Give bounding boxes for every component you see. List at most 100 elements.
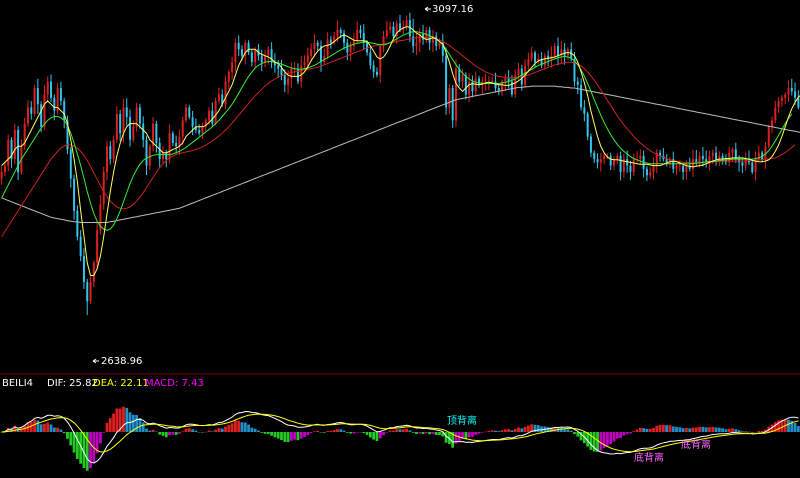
- candle-body: [115, 113, 118, 140]
- macd-bar: [573, 432, 576, 435]
- candle-body: [155, 123, 158, 143]
- macd-bar: [309, 432, 313, 434]
- macd-bar: [398, 429, 402, 432]
- candle-body: [557, 46, 560, 56]
- macd-bar: [368, 432, 372, 438]
- macd-bar: [421, 432, 425, 435]
- candle-body: [168, 133, 171, 160]
- macd-bar: [523, 427, 527, 432]
- macd-bar: [108, 418, 112, 432]
- macd-bar: [112, 413, 115, 432]
- macd-bar: [625, 432, 629, 435]
- macd-bar: [382, 432, 385, 436]
- candle-body: [211, 110, 214, 124]
- macd-bar: [329, 430, 333, 432]
- candle-body: [165, 152, 168, 160]
- high-annotation: 3097.16: [432, 4, 473, 15]
- candle-body: [3, 165, 6, 173]
- candle-body: [191, 117, 194, 127]
- macd-bar: [714, 427, 718, 432]
- candle-body: [300, 65, 303, 82]
- candle-body: [145, 139, 148, 166]
- candle-body: [438, 42, 441, 47]
- macd-bar: [345, 432, 349, 433]
- candle-body: [711, 152, 714, 156]
- macd-bar: [125, 407, 129, 432]
- macd-bar: [754, 432, 757, 433]
- macd-bar: [151, 429, 155, 432]
- macd-bar: [668, 425, 672, 432]
- candle-body: [181, 120, 184, 137]
- candle-body: [695, 159, 698, 163]
- candle-body: [336, 29, 339, 37]
- macd-bar: [500, 430, 504, 432]
- macd-bar: [642, 428, 646, 432]
- macd-bar: [536, 425, 540, 432]
- candle-body: [596, 159, 599, 163]
- macd-bar: [704, 427, 708, 432]
- macd-bar: [744, 431, 748, 432]
- macd-bar: [484, 431, 487, 433]
- macd-bar: [428, 432, 432, 435]
- macd-bar: [629, 432, 632, 434]
- candle-body: [36, 88, 39, 105]
- macd-readout: MACD: 7.43: [145, 378, 204, 389]
- candle-body: [237, 42, 240, 50]
- macd-bar: [517, 427, 520, 432]
- candle-body: [527, 58, 530, 66]
- candle-body: [142, 123, 145, 140]
- candle-body: [461, 75, 464, 82]
- macd-bar: [105, 422, 109, 432]
- macd-bar: [431, 432, 435, 435]
- macd-bar: [266, 432, 270, 434]
- bottom-divergence-label-1: 底背离: [634, 451, 664, 464]
- macd-bar: [691, 427, 695, 432]
- macd-bar: [612, 432, 616, 442]
- candle-body: [553, 46, 556, 56]
- macd-bar: [319, 432, 323, 433]
- candle-body: [277, 65, 280, 69]
- macd-bar: [731, 428, 734, 432]
- macd-bar: [467, 432, 471, 438]
- candle-body: [188, 107, 191, 118]
- macd-bar: [240, 422, 244, 432]
- macd-bar: [69, 432, 73, 446]
- candle-body: [260, 55, 263, 63]
- macd-bar: [230, 423, 234, 432]
- macd-bar: [36, 420, 40, 432]
- macd-bar: [494, 430, 497, 432]
- macd-bar: [250, 427, 254, 432]
- candle-body: [698, 155, 701, 163]
- macd-bar: [214, 429, 218, 432]
- macd-bar: [253, 428, 257, 432]
- macd-bar: [293, 432, 297, 440]
- candle-body: [112, 139, 115, 160]
- macd-bar: [161, 432, 165, 436]
- macd-bar: [181, 431, 185, 432]
- macd-bar: [405, 428, 408, 432]
- candle-body: [89, 281, 92, 302]
- macd-bar: [698, 426, 701, 432]
- candle-body: [264, 55, 267, 63]
- macd-bar: [49, 424, 53, 432]
- candle-body: [369, 52, 372, 66]
- candle-body: [777, 100, 780, 108]
- macd-bar: [194, 430, 198, 432]
- macd-bar: [490, 430, 494, 432]
- macd-bar: [747, 431, 751, 433]
- candle-body: [464, 75, 467, 95]
- candle-body: [576, 81, 579, 85]
- candle-body: [201, 126, 204, 134]
- candle-body: [586, 113, 589, 137]
- candle-body: [678, 165, 681, 167]
- macd-bar: [392, 430, 395, 432]
- candle-body: [175, 142, 178, 147]
- macd-bar: [184, 428, 188, 432]
- candle-body: [751, 162, 754, 173]
- macd-bar: [102, 432, 106, 433]
- macd-bar: [563, 429, 567, 432]
- macd-bar: [688, 428, 692, 432]
- candle-body: [316, 42, 319, 47]
- candle-body: [701, 155, 704, 160]
- candle-body: [122, 107, 125, 134]
